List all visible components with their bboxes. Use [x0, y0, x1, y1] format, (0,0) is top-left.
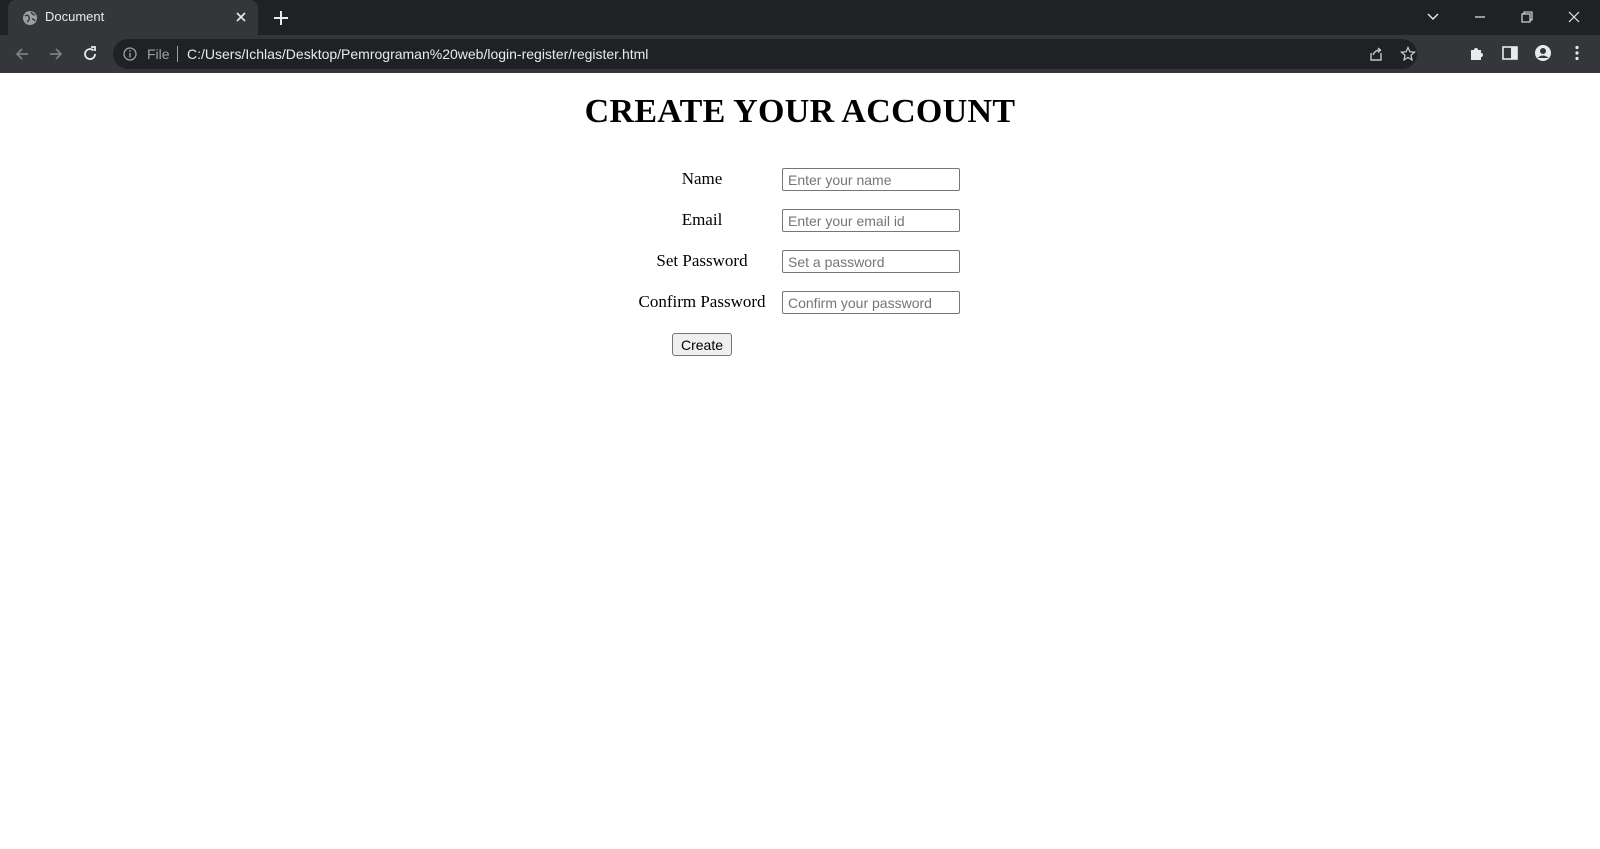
tab-title: Document [45, 9, 105, 24]
menu-icon[interactable] [1568, 44, 1586, 62]
reload-icon [84, 46, 96, 60]
close-window-button[interactable] [1551, 0, 1597, 33]
profile-icon[interactable] [1534, 44, 1552, 62]
scheme-label: File [147, 46, 170, 62]
minimize-button[interactable] [1457, 0, 1503, 33]
browser-toolbar: File C:/Users/Ichlas/Desktop/Pemrograman… [0, 35, 1600, 73]
name-label: Name [681, 169, 723, 188]
name-input[interactable] [782, 168, 960, 191]
chevron-down-icon [1427, 13, 1439, 20]
forward-button[interactable] [45, 43, 67, 65]
extensions-icon[interactable] [1468, 44, 1486, 62]
close-icon [1568, 11, 1580, 22]
url-text[interactable]: C:/Users/Ichlas/Desktop/Pemrograman%20we… [187, 46, 648, 62]
page-heading: CREATE YOUR ACCOUNT [584, 93, 1016, 130]
restore-icon [1521, 10, 1533, 23]
share-icon[interactable] [1368, 46, 1384, 62]
star-icon[interactable] [1400, 46, 1416, 62]
arrow-right-icon [50, 48, 63, 60]
restore-button[interactable] [1504, 0, 1550, 33]
confirm-password-label: Confirm Password [638, 292, 766, 311]
info-icon[interactable] [123, 47, 137, 61]
minimize-icon [1475, 15, 1485, 18]
create-button[interactable]: Create [672, 333, 732, 356]
back-button[interactable] [11, 43, 33, 65]
tab-search-button[interactable] [1410, 0, 1456, 33]
set-password-input[interactable] [782, 250, 960, 273]
tab-document[interactable]: Document [8, 0, 258, 35]
page-title: CREATE YOUR ACCOUNT [0, 93, 1600, 131]
address-separator [177, 46, 178, 62]
tab-strip: Document [0, 0, 1600, 35]
reload-button[interactable] [79, 43, 101, 65]
new-tab-icon[interactable] [273, 10, 289, 26]
email-input[interactable] [782, 209, 960, 232]
close-tab-icon[interactable] [235, 11, 247, 23]
confirm-password-input[interactable] [782, 291, 960, 314]
address-bar[interactable]: File C:/Users/Ichlas/Desktop/Pemrograman… [113, 39, 1417, 69]
email-label: Email [681, 210, 723, 229]
arrow-left-icon [15, 48, 28, 60]
set-password-label: Set Password [656, 251, 748, 270]
page-content: CREATE YOUR ACCOUNT Name Email Set Passw… [0, 73, 1600, 849]
globe-icon [23, 11, 37, 25]
side-panel-icon[interactable] [1501, 44, 1519, 62]
